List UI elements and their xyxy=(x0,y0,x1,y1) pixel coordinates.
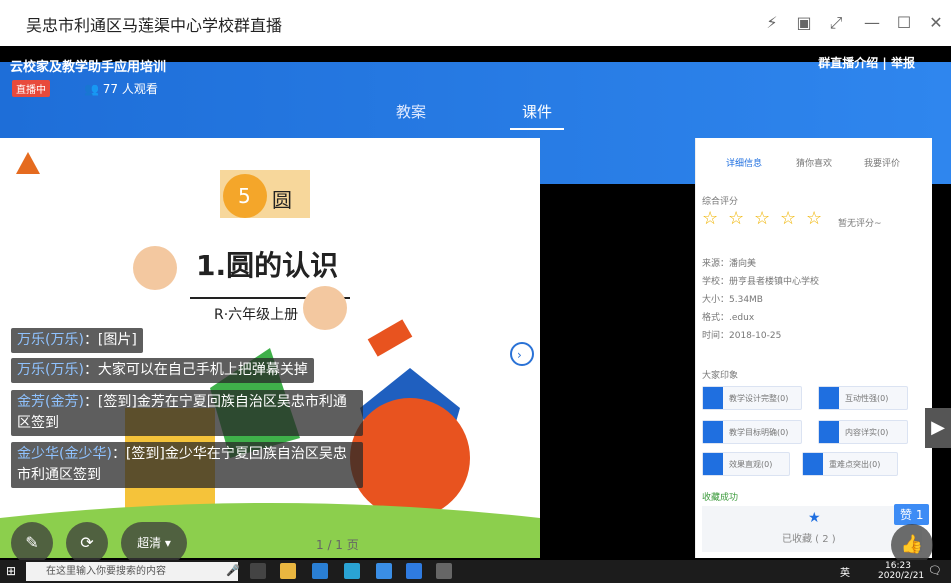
lesson-title: 1.圆的认识 xyxy=(196,249,339,282)
danmu-text: ：[图片] xyxy=(83,332,137,348)
live-badge: 直播中 xyxy=(12,80,50,97)
danmu-user: 万乐(万乐) xyxy=(17,332,84,348)
size-text: 大小：5.34MB xyxy=(702,295,763,305)
danmu-toggle-icon[interactable]: ✎ xyxy=(11,522,53,560)
microphone-icon[interactable]: 🎤 xyxy=(226,564,240,577)
file-explorer-icon[interactable] xyxy=(280,563,296,579)
taskbar-clock[interactable]: 16:23 2020/2/21 xyxy=(878,561,925,581)
clock-time: 16:23 xyxy=(885,561,911,571)
windows-start-icon[interactable]: ⊞ xyxy=(6,564,16,578)
danmu-comment: 金芳(金芳)：[签到]金芳在宁夏回族自治区吴忠市利通区签到 xyxy=(11,390,363,436)
clock-date: 2020/2/21 xyxy=(878,571,925,581)
lightning-icon[interactable]: ⚡ xyxy=(762,13,782,33)
live-info-overlay: 云校家及教学助手应用培训 直播中 👥 77 人观看 群直播介绍 | 举报 xyxy=(0,46,951,106)
taskbar-search-input[interactable]: 在这里输入你要搜索的内容 xyxy=(26,562,238,581)
live-video-stage[interactable]: 教案 课件 › 5 圆 1.圆的认识 R·六年级上册 1 / 1 页 详细信息 … xyxy=(0,46,951,560)
grade-label: R·六年级上册 xyxy=(214,307,299,323)
tab-details[interactable]: 详细信息 xyxy=(726,156,762,169)
chapter-number: 5 xyxy=(238,184,251,208)
viewer-count-text: 77 人观看 xyxy=(102,82,158,96)
favorite-star-icon: ★ xyxy=(808,510,821,526)
maximize-icon[interactable]: ☐ xyxy=(894,13,914,33)
rotate-icon[interactable]: ⟳ xyxy=(66,522,108,560)
slide-pager: 1 / 1 页 xyxy=(316,538,359,552)
star-icon[interactable]: ☆ xyxy=(806,208,822,229)
danmu-comment: 金少华(金少华)：[签到]金少华在宁夏回族自治区吴忠市利通区签到 xyxy=(11,442,363,488)
course-title: 云校家及教学助手应用培训 xyxy=(10,60,167,75)
quality-select[interactable]: 超清 ▾ xyxy=(121,522,187,560)
tab-review[interactable]: 我要评价 xyxy=(864,156,900,169)
favorited-text: 收藏成功 xyxy=(702,493,739,503)
app-icon[interactable] xyxy=(344,563,360,579)
search-placeholder: 在这里输入你要搜索的内容 xyxy=(46,566,166,577)
impression-tag[interactable]: 重难点突出(0) xyxy=(802,452,898,476)
app-icon[interactable] xyxy=(436,563,452,579)
impression-tag[interactable]: 内容详实(0) xyxy=(818,420,908,444)
app-icon[interactable] xyxy=(376,563,392,579)
window-titlebar: 吴忠市利通区马莲渠中心学校群直播 ⚡ ▣ ⤢ — ☐ ✕ xyxy=(0,0,951,47)
resource-info-panel: 详细信息 猜你喜欢 我要评价 综合评分 ☆ ☆ ☆ ☆ ☆ 暂无评分~ 来源：潘… xyxy=(695,138,932,558)
time-text: 时间：2018-10-25 xyxy=(702,331,782,341)
impression-tag[interactable]: 教学目标明确(0) xyxy=(702,420,802,444)
next-arrow-icon[interactable]: ▶ xyxy=(925,408,951,448)
school-text: 学校：册亨县者楼镇中心学校 xyxy=(702,277,820,287)
top-links[interactable]: 群直播介绍 | 举报 xyxy=(818,54,915,71)
danmu-user: 金少华(金少华) xyxy=(17,446,112,462)
task-view-icon[interactable] xyxy=(250,563,266,579)
favorite-count: 已收藏 ( 2 ) xyxy=(782,534,836,545)
favorite-box[interactable]: ★ 已收藏 ( 2 ) xyxy=(702,506,922,552)
viewers-icon: 👥 xyxy=(84,82,99,96)
danmu-user: 万乐(万乐) xyxy=(17,362,84,378)
app-icon[interactable] xyxy=(312,563,328,579)
like-count-badge: 赞 1 xyxy=(894,504,930,525)
star-icon[interactable]: ☆ xyxy=(728,208,744,229)
impression-tag[interactable]: 教学设计完整(0) xyxy=(702,386,802,410)
star-icon[interactable]: ☆ xyxy=(780,208,796,229)
svg-text:›: › xyxy=(517,348,522,362)
ime-indicator[interactable]: 英 xyxy=(840,564,850,579)
notification-icon[interactable]: 🗨 xyxy=(928,564,942,577)
danmu-comment: 万乐(万乐)：[图片] xyxy=(11,328,143,353)
chapter-title: 圆 xyxy=(272,188,292,212)
danmu-user: 金芳(金芳) xyxy=(17,394,84,410)
impression-label: 大家印象 xyxy=(702,371,739,381)
impression-tag[interactable]: 互动性强(0) xyxy=(818,386,908,410)
expand-icon[interactable]: ⤢ xyxy=(826,13,846,33)
window-title: 吴忠市利通区马莲渠中心学校群直播 xyxy=(26,16,283,35)
star-icon[interactable]: ☆ xyxy=(702,208,718,229)
impression-tag[interactable]: 效果直观(0) xyxy=(702,452,790,476)
viewer-count: 👥 77 人观看 xyxy=(84,80,158,97)
rating-label: 综合评分 xyxy=(702,197,739,207)
no-rating-text: 暂无评分~ xyxy=(838,219,882,229)
danmu-text: ：大家可以在自己手机上把弹幕关掉 xyxy=(83,362,308,378)
windows-taskbar: ⊞ 在这里输入你要搜索的内容 🎤 英 16:23 2020/2/21 🗨 xyxy=(0,560,951,583)
app-icon[interactable] xyxy=(406,563,422,579)
close-icon[interactable]: ✕ xyxy=(926,13,946,33)
danmu-comment: 万乐(万乐)：大家可以在自己手机上把弹幕关掉 xyxy=(11,358,314,383)
source-text: 来源：潘向美 xyxy=(702,259,757,269)
pip-icon[interactable]: ▣ xyxy=(794,13,814,33)
star-icon[interactable]: ☆ xyxy=(754,208,770,229)
format-text: 格式：.edux xyxy=(702,313,755,323)
minimize-icon[interactable]: — xyxy=(862,13,882,33)
thumbs-up-icon[interactable]: 👍 xyxy=(891,524,933,560)
tab-recommend[interactable]: 猜你喜欢 xyxy=(796,156,832,169)
